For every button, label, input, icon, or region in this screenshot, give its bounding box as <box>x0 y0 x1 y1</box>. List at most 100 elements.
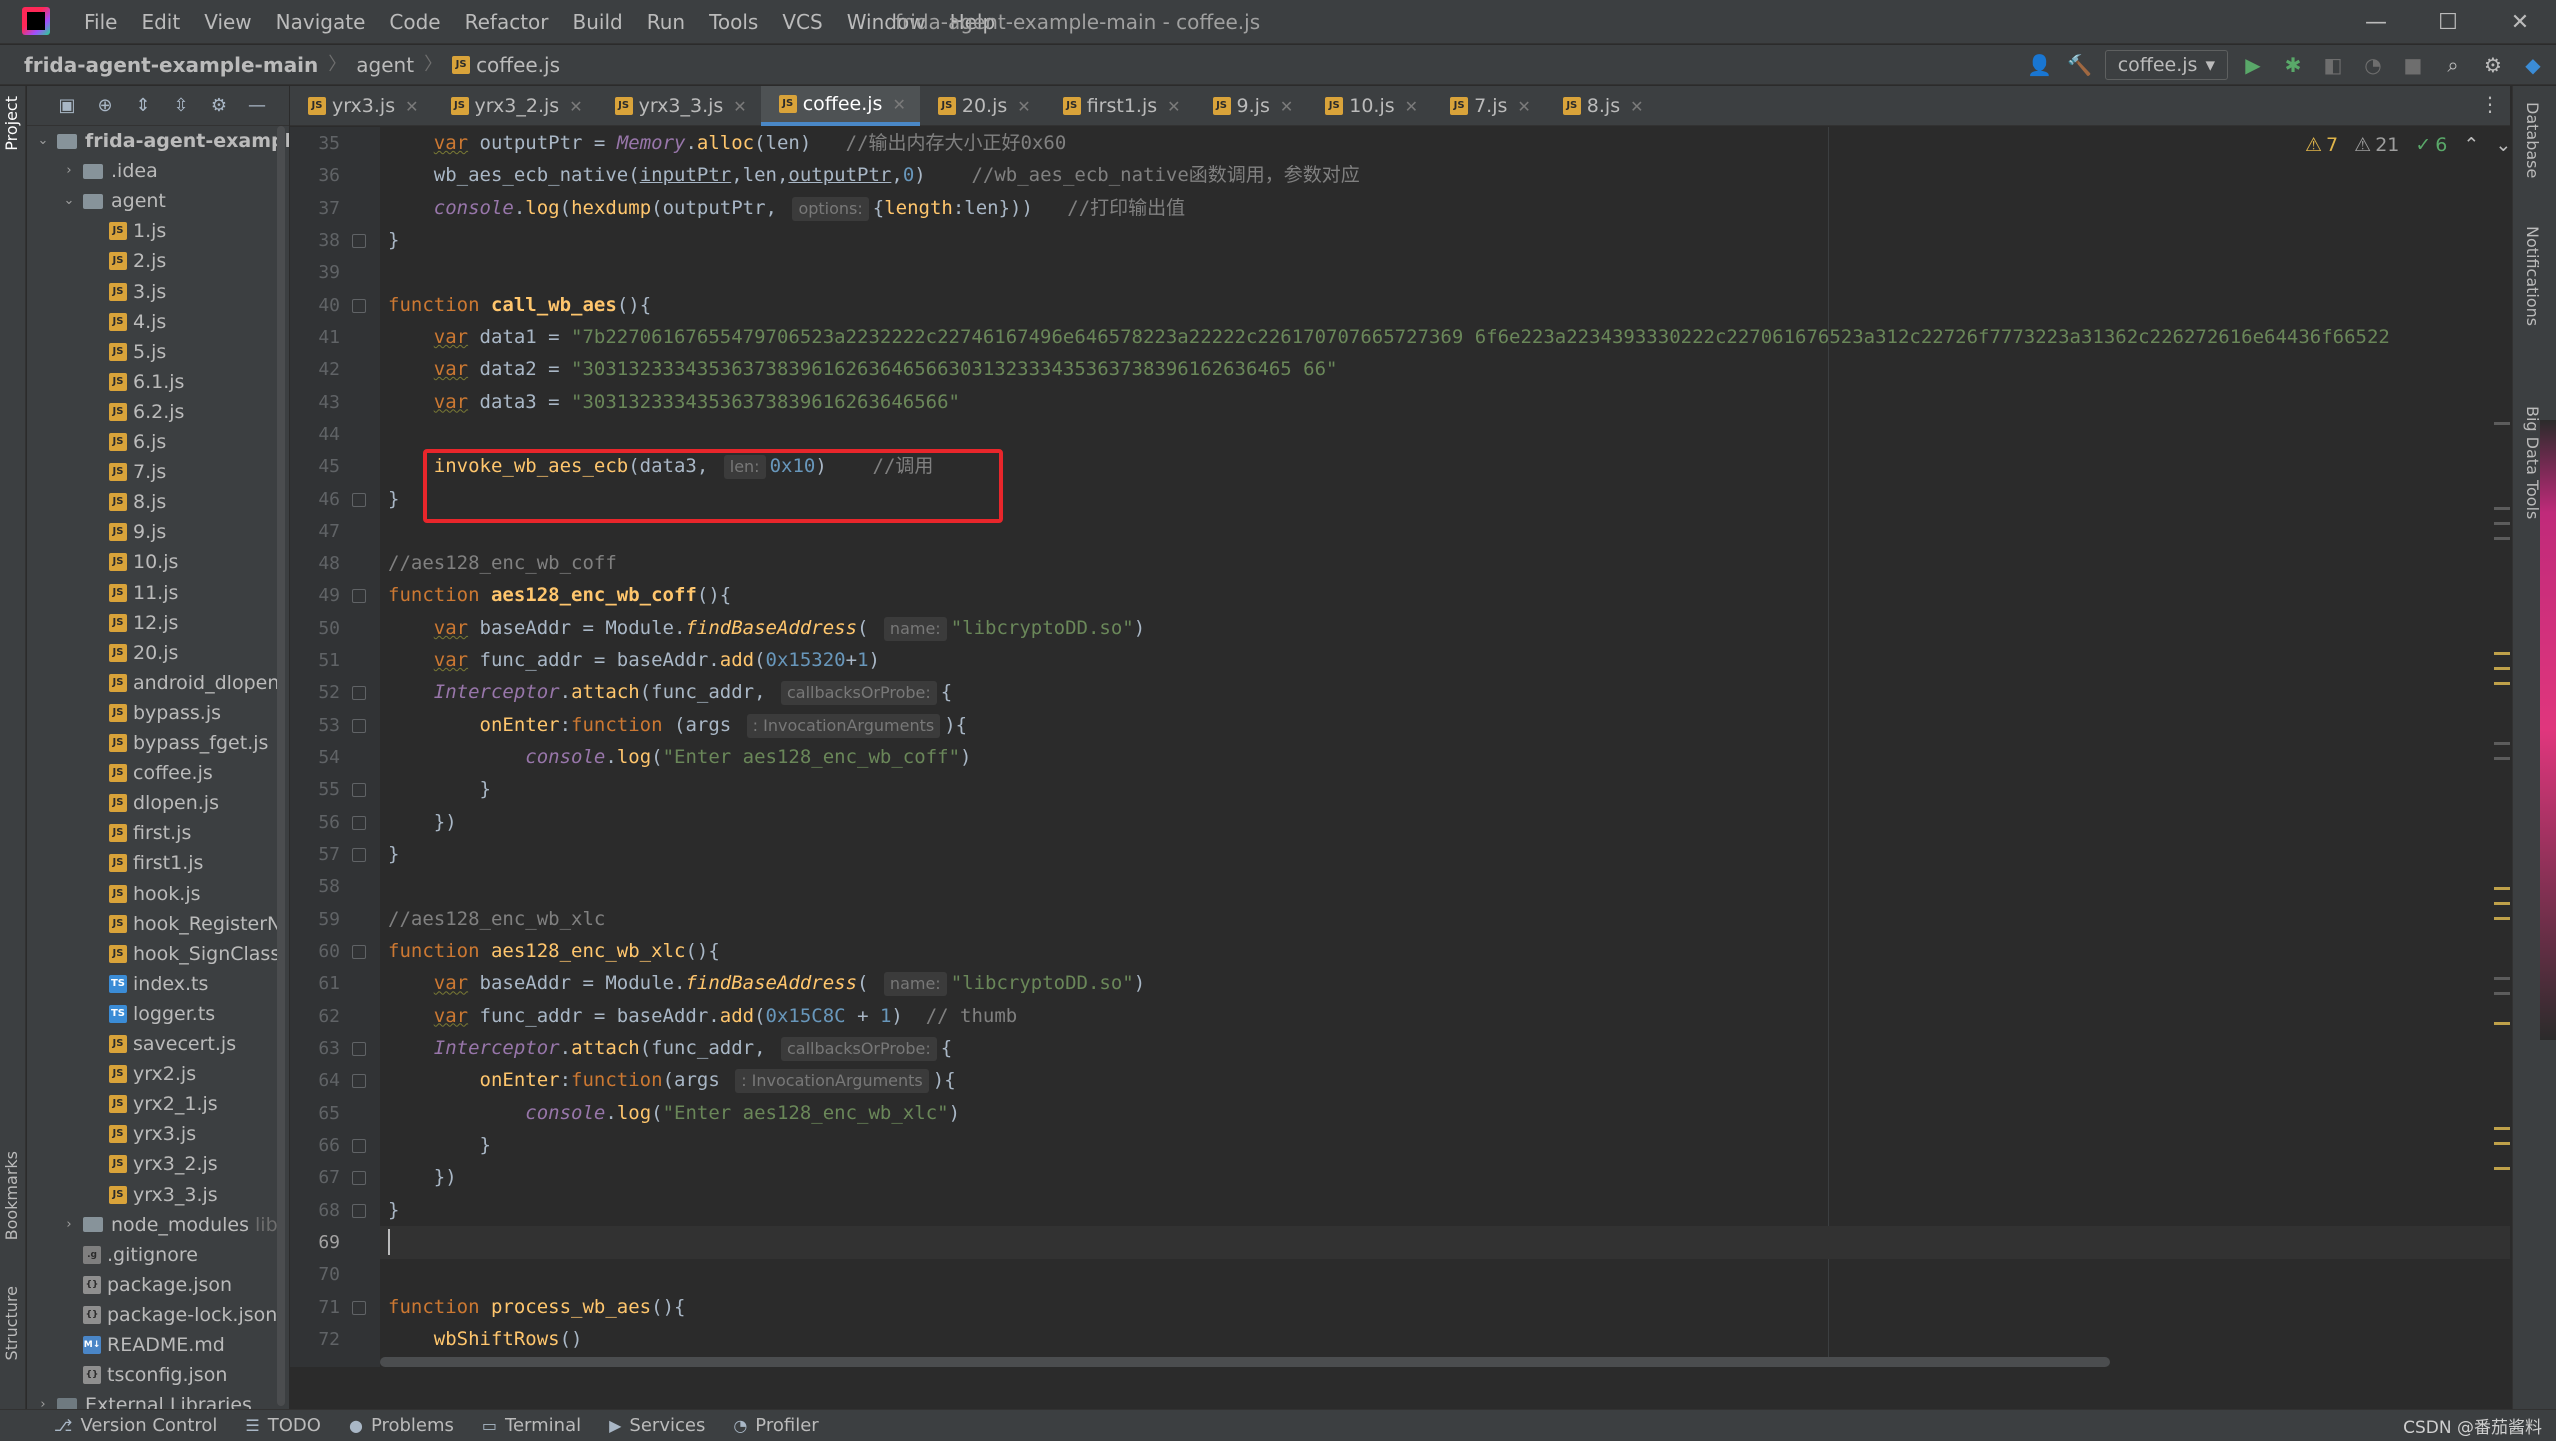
collapse-all-icon[interactable]: ⇳ <box>169 94 193 118</box>
more-tabs-icon[interactable]: ⋮ <box>2480 92 2500 116</box>
close-icon[interactable]: ✕ <box>1405 97 1418 116</box>
tool-tab-project[interactable]: Project <box>2 96 21 151</box>
tool-tab-notifications[interactable]: Notifications <box>2523 226 2542 326</box>
bottom-tab-profiler[interactable]: ◔ Profiler <box>719 1415 832 1436</box>
tree-item[interactable]: ⌄ frida-agent-example-main <box>35 126 289 156</box>
stripe-marker[interactable] <box>2494 1022 2510 1025</box>
bottom-tab-problems[interactable]: ● Problems <box>335 1415 468 1436</box>
fold-marker-icon[interactable] <box>352 298 366 313</box>
stripe-marker[interactable] <box>2494 1142 2510 1145</box>
breadcrumb-project[interactable]: frida-agent-example-main <box>24 51 318 79</box>
stop-icon[interactable]: ■ <box>2398 50 2428 80</box>
close-icon[interactable]: ✕ <box>569 97 582 116</box>
code-editor[interactable]: var outputPtr = Memory.alloc(len) //输出内存… <box>380 127 2510 1367</box>
fold-marker-icon[interactable] <box>352 1074 366 1089</box>
fold-marker-icon[interactable] <box>352 718 366 733</box>
tree-item[interactable]: JS 4.js <box>87 307 166 337</box>
stripe-marker[interactable] <box>2494 977 2510 980</box>
menu-item-edit[interactable]: Edit <box>129 8 192 36</box>
locate-icon[interactable]: ⊕ <box>93 94 117 118</box>
stripe-marker[interactable] <box>2494 537 2510 540</box>
chevron-right-icon[interactable]: › <box>35 1390 51 1409</box>
tree-item[interactable]: JS 10.js <box>87 547 178 577</box>
tree-item[interactable]: › node_modules lib <box>61 1210 277 1240</box>
tree-item[interactable]: JS 5.js <box>87 337 166 367</box>
tree-item[interactable]: JS hook_SignClass <box>87 939 280 969</box>
close-icon[interactable]: ✕ <box>1280 97 1293 116</box>
editor-tab[interactable]: JS coffee.js ✕ <box>760 86 920 126</box>
editor-tab[interactable]: JS 7.js ✕ <box>1432 86 1545 126</box>
menu-item-file[interactable]: File <box>72 8 129 36</box>
menu-item-code[interactable]: Code <box>377 8 452 36</box>
minimize-button[interactable]: — <box>2340 0 2412 44</box>
tree-item[interactable]: JS 20.js <box>87 638 178 668</box>
close-icon[interactable]: ✕ <box>892 95 905 114</box>
stripe-marker[interactable] <box>2494 652 2510 655</box>
menu-item-build[interactable]: Build <box>561 8 635 36</box>
fold-marker-icon[interactable] <box>352 589 366 604</box>
tree-item[interactable]: JS 9.js <box>87 517 166 547</box>
editor-tab[interactable]: JS 20.js ✕ <box>920 86 1045 126</box>
fold-marker-icon[interactable] <box>352 848 366 863</box>
tree-item[interactable]: JS 2.js <box>87 246 166 276</box>
stripe-marker[interactable] <box>2494 1127 2510 1130</box>
menu-item-refactor[interactable]: Refactor <box>453 8 561 36</box>
fold-marker-icon[interactable] <box>352 1138 366 1153</box>
editor-tab[interactable]: JS 9.js ✕ <box>1195 86 1308 126</box>
tree-item[interactable]: {} package.json <box>61 1270 232 1300</box>
tree-item[interactable]: JS first.js <box>87 818 191 848</box>
tree-item[interactable]: JS android_dlopen <box>87 668 279 698</box>
tree-item[interactable]: JS 8.js <box>87 487 166 517</box>
tree-item[interactable]: JS 12.js <box>87 608 178 638</box>
tree-item[interactable]: {} tsconfig.json <box>61 1360 227 1390</box>
tree-item[interactable]: JS 11.js <box>87 578 178 608</box>
editor-tab[interactable]: JS yrx3_3.js ✕ <box>597 86 761 126</box>
editor-tab[interactable]: JS yrx3_2.js ✕ <box>433 86 597 126</box>
fold-marker-icon[interactable] <box>352 492 366 507</box>
search-icon[interactable]: ⌕ <box>2438 50 2468 80</box>
tree-item[interactable]: JS coffee.js <box>87 758 213 788</box>
tree-item[interactable]: JS 3.js <box>87 277 166 307</box>
tree-item[interactable]: JS bypass_fget.js <box>87 728 268 758</box>
tree-item[interactable]: TS index.ts <box>87 969 208 999</box>
stripe-marker[interactable] <box>2494 507 2510 510</box>
stripe-marker[interactable] <box>2494 667 2510 670</box>
run-configuration-select[interactable]: coffee.js ▾ <box>2104 50 2228 80</box>
debug-icon[interactable]: ✱ <box>2278 50 2308 80</box>
tree-item[interactable]: JS yrx3_3.js <box>87 1180 218 1210</box>
menu-item-run[interactable]: Run <box>635 8 697 36</box>
horizontal-scrollbar[interactable] <box>380 1357 2110 1367</box>
stripe-marker[interactable] <box>2494 917 2510 920</box>
bottom-tab-todo[interactable]: ☰ TODO <box>231 1415 335 1436</box>
chevron-right-icon[interactable]: › <box>61 1210 77 1240</box>
profile-icon[interactable]: ◔ <box>2358 50 2388 80</box>
fold-marker-icon[interactable] <box>352 686 366 701</box>
close-icon[interactable]: ✕ <box>405 97 418 116</box>
close-icon[interactable]: ✕ <box>1167 97 1180 116</box>
stripe-marker[interactable] <box>2494 522 2510 525</box>
close-icon[interactable]: ✕ <box>1630 97 1643 116</box>
tree-item[interactable]: JS dlopen.js <box>87 788 219 818</box>
editor-tab[interactable]: JS 8.js ✕ <box>1545 86 1658 126</box>
tree-item[interactable]: {} package-lock.json <box>61 1300 277 1330</box>
tree-item[interactable]: JS 6.1.js <box>87 367 184 397</box>
breadcrumb-folder[interactable]: agent <box>356 51 414 79</box>
tree-item[interactable]: JS hook.js <box>87 879 201 909</box>
fold-marker-icon[interactable] <box>352 815 366 830</box>
stripe-marker[interactable] <box>2494 422 2510 425</box>
close-icon[interactable]: ✕ <box>1517 97 1530 116</box>
error-stripe[interactable] <box>2494 127 2510 1367</box>
coverage-icon[interactable]: ◧ <box>2318 50 2348 80</box>
tree-item[interactable]: ⌄ agent <box>61 186 166 216</box>
close-button[interactable]: ✕ <box>2484 0 2556 44</box>
tree-item[interactable]: JS yrx2_1.js <box>87 1089 218 1119</box>
run-icon[interactable]: ▶ <box>2238 50 2268 80</box>
stripe-marker[interactable] <box>2494 742 2510 745</box>
tool-tab-structure[interactable]: Structure <box>2 1286 21 1360</box>
gear-icon[interactable]: ⚙ <box>207 94 231 118</box>
chevron-right-icon[interactable]: › <box>61 156 77 186</box>
gear-icon[interactable]: ⚙ <box>2478 50 2508 80</box>
close-icon[interactable]: ✕ <box>733 97 746 116</box>
tree-item[interactable]: M↓ README.md <box>61 1330 225 1360</box>
editor-tab[interactable]: JS first1.js ✕ <box>1045 86 1195 126</box>
